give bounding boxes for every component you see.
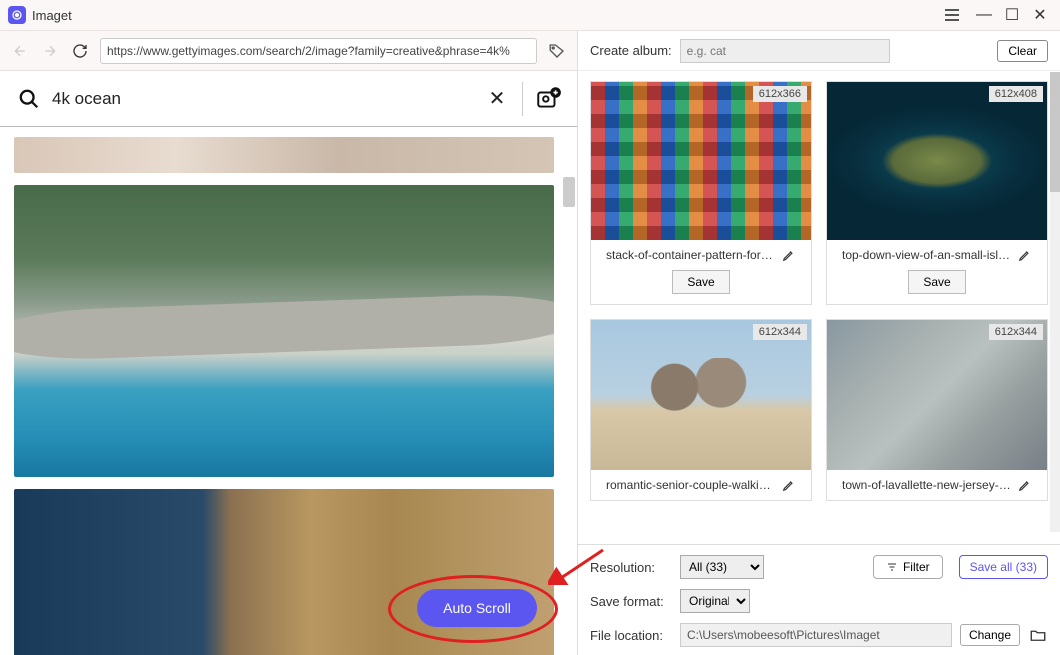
nav-bar: [0, 31, 577, 71]
thumbnail[interactable]: 612x344: [827, 320, 1047, 470]
result-image[interactable]: [14, 185, 554, 477]
search-input[interactable]: [44, 89, 482, 109]
resolution-select[interactable]: All (33): [680, 555, 764, 579]
clear-button[interactable]: Clear: [997, 40, 1048, 62]
app-title: Imaget: [32, 8, 940, 23]
result-image[interactable]: [14, 489, 554, 655]
location-input[interactable]: [680, 623, 952, 647]
maximize-button[interactable]: ☐: [1000, 3, 1024, 27]
image-card: 612x344 romantic-senior-couple-walking-o…: [590, 319, 812, 501]
dimension-badge: 612x344: [753, 324, 807, 340]
card-title: romantic-senior-couple-walking-or: [606, 478, 776, 492]
app-logo-icon: [8, 6, 26, 24]
save-all-button[interactable]: Save all (33): [959, 555, 1048, 579]
filter-button[interactable]: Filter: [873, 555, 943, 579]
edit-icon[interactable]: [1018, 478, 1032, 492]
browse-area: Auto Scroll: [0, 127, 577, 655]
dimension-badge: 612x344: [989, 324, 1043, 340]
titlebar: Imaget — ☐ ✕: [0, 0, 1060, 31]
divider: [522, 82, 523, 116]
menu-icon[interactable]: [940, 3, 964, 27]
album-label: Create album:: [590, 43, 672, 58]
resolution-label: Resolution:: [590, 560, 672, 575]
change-button[interactable]: Change: [960, 624, 1020, 646]
location-label: File location:: [590, 628, 672, 643]
dimension-badge: 612x408: [989, 86, 1043, 102]
card-title: top-down-view-of-an-small-island-: [842, 248, 1012, 262]
refresh-icon[interactable]: [70, 41, 90, 61]
clear-search-icon[interactable]: ✕: [482, 84, 512, 114]
result-image[interactable]: [14, 137, 554, 173]
thumbnail[interactable]: 612x366: [591, 82, 811, 240]
edit-icon[interactable]: [782, 478, 796, 492]
edit-icon[interactable]: [782, 248, 796, 262]
album-bar: Create album: Clear: [578, 31, 1060, 71]
nav-forward-icon[interactable]: [40, 41, 60, 61]
cards-grid: 612x366 stack-of-container-pattern-for-l…: [578, 71, 1060, 544]
tag-icon[interactable]: [547, 41, 567, 61]
save-button[interactable]: Save: [672, 270, 729, 294]
format-select[interactable]: Original: [680, 589, 750, 613]
card-title: town-of-lavallette-new-jersey-look: [842, 478, 1012, 492]
folder-icon[interactable]: [1028, 625, 1048, 645]
search-icon: [14, 88, 44, 110]
save-button[interactable]: Save: [908, 270, 965, 294]
right-scrollbar[interactable]: [1050, 72, 1060, 532]
minimize-button[interactable]: —: [972, 3, 996, 27]
dimension-badge: 612x366: [753, 86, 807, 102]
thumbnail[interactable]: 612x408: [827, 82, 1047, 240]
image-search-icon[interactable]: [533, 84, 563, 114]
edit-icon[interactable]: [1018, 248, 1032, 262]
thumbnail[interactable]: 612x344: [591, 320, 811, 470]
bottom-panel: Resolution: All (33) Filter Save all (33…: [578, 544, 1060, 655]
auto-scroll-button[interactable]: Auto Scroll: [417, 589, 537, 627]
scrollbar[interactable]: [563, 177, 575, 207]
image-card: 612x408 top-down-view-of-an-small-island…: [826, 81, 1048, 305]
card-title: stack-of-container-pattern-for-logi: [606, 248, 776, 262]
image-card: 612x366 stack-of-container-pattern-for-l…: [590, 81, 812, 305]
filter-label: Filter: [903, 560, 930, 574]
format-label: Save format:: [590, 594, 672, 609]
album-input[interactable]: [680, 39, 890, 63]
url-input[interactable]: [100, 38, 537, 64]
search-bar: ✕: [0, 71, 577, 127]
image-card: 612x344 town-of-lavallette-new-jersey-lo…: [826, 319, 1048, 501]
nav-back-icon[interactable]: [10, 41, 30, 61]
close-button[interactable]: ✕: [1028, 3, 1052, 27]
